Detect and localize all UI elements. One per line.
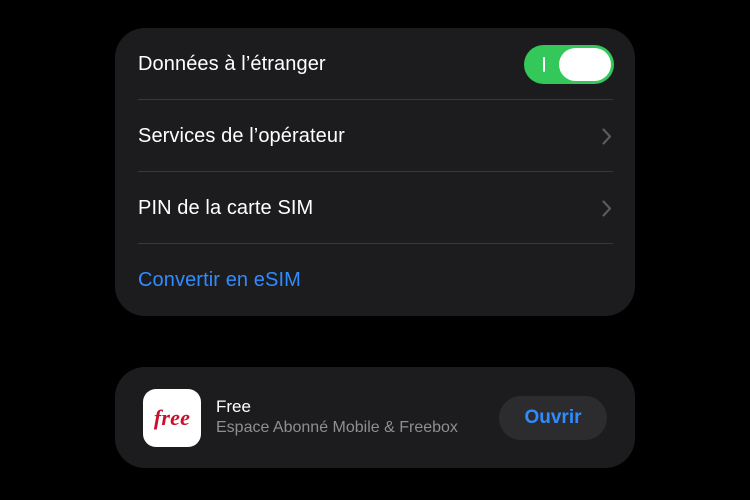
app-info: Free Espace Abonné Mobile & Freebox [216,397,499,438]
chevron-right-icon [601,199,613,217]
convert-esim-link[interactable]: Convertir en eSIM [138,269,613,292]
settings-screen: Données à l’étranger Services de l’opéra… [0,0,750,500]
convert-esim-row[interactable]: Convertir en eSIM [115,244,635,316]
app-name: Free [216,397,251,416]
app-suggestion-row: free Free Espace Abonné Mobile & Freebox… [115,367,635,468]
sim-pin-row[interactable]: PIN de la carte SIM [115,172,635,244]
sim-settings-group: Données à l’étranger Services de l’opéra… [115,28,635,316]
data-roaming-label: Données à l’étranger [138,52,326,75]
data-roaming-toggle[interactable] [524,44,614,84]
data-roaming-row: Données à l’étranger [115,28,635,100]
toggle-on-indicator [543,56,545,72]
carrier-services-label: Services de l’opérateur [138,124,345,147]
chevron-right-icon [601,127,613,145]
toggle-knob [559,47,611,81]
free-app-icon[interactable]: free [143,388,201,447]
free-logo-text: free [153,404,191,430]
app-subtitle: Espace Abonné Mobile & Freebox [216,419,458,436]
open-app-button[interactable]: Ouvrir [499,395,607,440]
carrier-app-card: free Free Espace Abonné Mobile & Freebox… [115,367,635,468]
carrier-services-row[interactable]: Services de l’opérateur [115,100,635,172]
sim-pin-label: PIN de la carte SIM [138,196,314,219]
